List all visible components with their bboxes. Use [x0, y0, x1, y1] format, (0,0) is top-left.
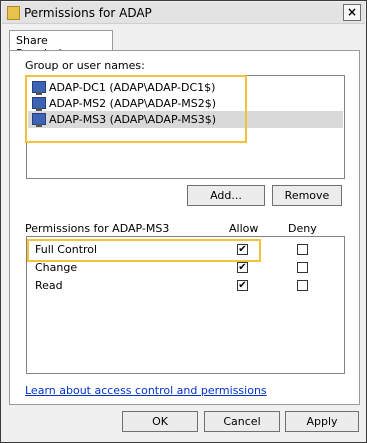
allow-checkbox[interactable]: ✔	[237, 280, 248, 291]
perm-row-read: Read ✔	[27, 277, 342, 294]
computer-icon	[32, 113, 46, 127]
allow-checkbox[interactable]: ✔	[237, 262, 248, 273]
title-bar: Permissions for ADAP ×	[2, 2, 365, 24]
tab-share-permissions[interactable]: Share Permissions	[9, 30, 113, 60]
apply-button[interactable]: Apply	[285, 411, 359, 432]
perm-name: Full Control	[35, 243, 98, 256]
user-name: ADAP-DC1 (ADAP\ADAP-DC1$)	[49, 81, 216, 94]
deny-checkbox[interactable]	[297, 280, 308, 291]
ok-button[interactable]: OK	[122, 411, 198, 432]
window-title: Permissions for ADAP	[24, 6, 152, 20]
user-row-adap-dc1[interactable]: ADAP-DC1 (ADAP\ADAP-DC1$)	[28, 79, 343, 96]
computer-icon	[32, 81, 46, 95]
add-button[interactable]: Add...	[187, 185, 265, 206]
remove-button[interactable]: Remove	[272, 185, 342, 206]
permissions-label: Permissions for ADAP-MS3	[25, 222, 170, 235]
allow-checkbox[interactable]: ✔	[237, 244, 248, 255]
deny-checkbox[interactable]	[297, 244, 308, 255]
help-link[interactable]: Learn about access control and permissio…	[25, 384, 267, 397]
computer-icon	[32, 97, 46, 111]
user-name: ADAP-MS2 (ADAP\ADAP-MS2$)	[49, 97, 217, 110]
cancel-button[interactable]: Cancel	[204, 411, 280, 432]
folder-icon	[7, 6, 20, 20]
user-listbox[interactable]: ADAP-DC1 (ADAP\ADAP-DC1$) ADAP-MS2 (ADAP…	[26, 75, 345, 179]
deny-checkbox[interactable]	[297, 262, 308, 273]
user-name: ADAP-MS3 (ADAP\ADAP-MS3$)	[49, 113, 217, 126]
permissions-dialog: Permissions for ADAP × Share Permissions…	[0, 0, 367, 443]
perm-row-change: Change ✔	[27, 259, 342, 276]
user-row-adap-ms2[interactable]: ADAP-MS2 (ADAP\ADAP-MS2$)	[28, 95, 343, 112]
permissions-list: Full Control ✔ Change ✔ Read ✔	[26, 236, 345, 374]
allow-header: Allow	[229, 222, 259, 235]
user-row-adap-ms3[interactable]: ADAP-MS3 (ADAP\ADAP-MS3$)	[28, 111, 343, 128]
group-list-label: Group or user names:	[25, 59, 145, 72]
perm-name: Change	[35, 261, 78, 274]
perm-row-full-control: Full Control ✔	[27, 241, 342, 258]
close-button[interactable]: ×	[343, 4, 361, 21]
deny-header: Deny	[288, 222, 317, 235]
perm-name: Read	[35, 279, 63, 292]
